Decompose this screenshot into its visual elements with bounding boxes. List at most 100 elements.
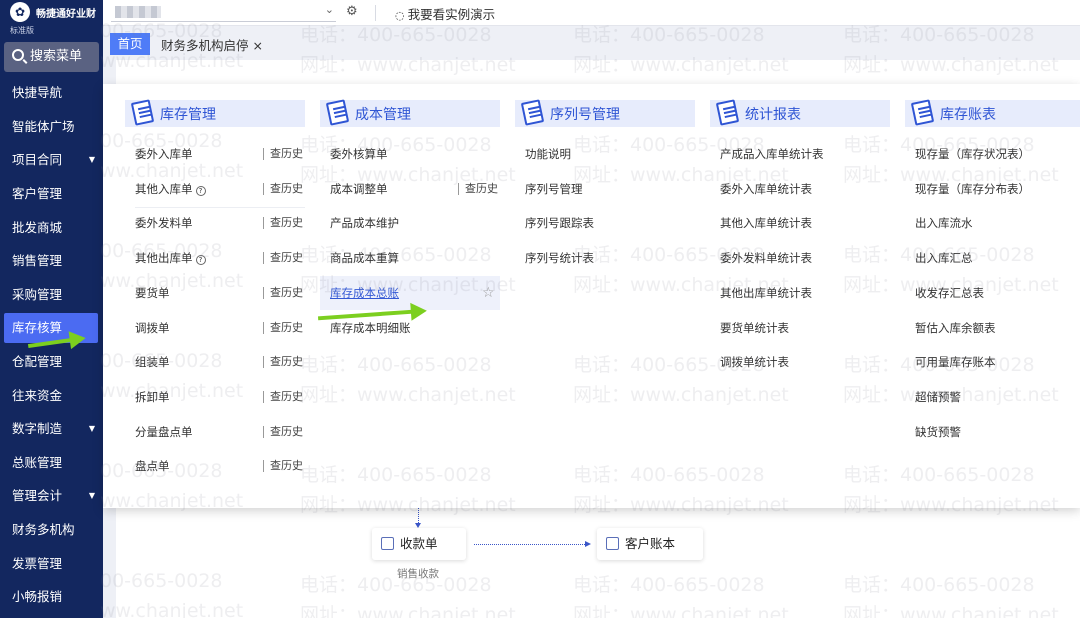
menu-item-label: 库存成本明细账 xyxy=(330,321,411,335)
history-link[interactable]: 查历史 xyxy=(263,322,303,334)
demo-link[interactable]: ◌ 我要看实例演示 xyxy=(395,4,495,23)
menu-item[interactable]: 产成品入库单统计表 xyxy=(720,144,824,164)
menu-item-label: 要货单统计表 xyxy=(720,321,789,335)
flow-card-customer-ledger[interactable]: 客户账本 xyxy=(597,528,703,560)
sidebar-item[interactable]: 小畅报销 xyxy=(0,582,103,612)
menu-item[interactable]: 要货单统计表 xyxy=(720,318,789,338)
tab-finance-multi-org[interactable]: 财务多机构启停 × xyxy=(161,35,263,54)
tab-home[interactable]: 首页 xyxy=(110,33,150,55)
history-link[interactable]: 查历史 xyxy=(263,217,303,229)
menu-item[interactable]: 功能说明 xyxy=(525,144,571,164)
menu-item[interactable]: 委外发料单统计表 xyxy=(720,248,812,268)
menu-item[interactable]: 库存成本总账 xyxy=(330,283,399,303)
document-icon xyxy=(324,96,350,124)
menu-item-label: 商品成本重算 xyxy=(330,251,399,265)
menu-item[interactable]: 商品成本重算 xyxy=(330,248,399,268)
search-menu-button[interactable]: 搜索菜单 xyxy=(4,42,99,72)
menu-item[interactable]: 超储预警 xyxy=(915,387,961,407)
menu-item[interactable]: 拆卸单 xyxy=(135,387,170,407)
logo-icon: ✿ xyxy=(10,2,30,22)
tab-bar: 首页 财务多机构启停 × xyxy=(103,26,1080,60)
sidebar-item[interactable]: 快捷导航 xyxy=(0,78,103,108)
menu-item[interactable]: 现存量（库存状况表） xyxy=(915,144,1030,164)
search-menu-label: 搜索菜单 xyxy=(30,49,83,64)
sidebar-item[interactable]: 数字制造 ▼ xyxy=(0,414,103,444)
menu-column-title: 统计报表 xyxy=(745,107,801,123)
menu-item-label: 现存量（库存分布表） xyxy=(915,182,1030,196)
sidebar-item[interactable]: 往来资金 xyxy=(0,381,103,411)
history-link[interactable]: 查历史 xyxy=(263,356,303,368)
sidebar-item[interactable]: 批发商城 xyxy=(0,213,103,243)
help-icon[interactable]: ? xyxy=(195,186,206,196)
menu-item[interactable]: 其他出库单? xyxy=(135,248,206,268)
sidebar-item[interactable]: 客户管理 xyxy=(0,179,103,209)
menu-item[interactable]: 其他出库单统计表 xyxy=(720,283,812,303)
menu-item[interactable]: 库存成本明细账 xyxy=(330,318,411,338)
organization-select[interactable]: ⌄ xyxy=(111,2,336,22)
menu-item[interactable]: 缺货预警 xyxy=(915,422,961,442)
sidebar-item[interactable]: 总账管理 xyxy=(0,448,103,478)
menu-item[interactable]: 调拨单统计表 xyxy=(720,352,789,372)
menu-item[interactable]: 其他入库单? xyxy=(135,179,206,199)
history-link[interactable]: 查历史 xyxy=(263,148,303,160)
menu-item[interactable]: 暂估入库余额表 xyxy=(915,318,996,338)
sidebar-item-label: 小畅报销 xyxy=(12,589,63,604)
star-icon[interactable]: ☆ xyxy=(482,283,495,303)
document-icon xyxy=(909,96,935,124)
sidebar-item-label: 批发商城 xyxy=(12,220,63,235)
document-icon xyxy=(714,96,740,124)
menu-item[interactable]: 盘点单 xyxy=(135,456,170,476)
menu-item[interactable]: 现存量（库存分布表） xyxy=(915,179,1030,199)
flow-connector xyxy=(415,505,421,528)
menu-item[interactable]: 分量盘点单 xyxy=(135,422,193,442)
history-link[interactable]: 查历史 xyxy=(263,460,303,472)
menu-item[interactable]: 成本调整单 xyxy=(330,179,388,199)
sidebar-item-label: 采购管理 xyxy=(12,287,63,302)
menu-item[interactable]: 序列号跟踪表 xyxy=(525,213,594,233)
menu-item[interactable]: 要货单 xyxy=(135,283,170,303)
menu-item[interactable]: 收发存汇总表 xyxy=(915,283,984,303)
sidebar-item[interactable]: 管理会计 ▼ xyxy=(0,481,103,511)
history-link[interactable]: 查历史 xyxy=(263,252,303,264)
menu-item[interactable]: 委外发料单 xyxy=(135,213,193,233)
sidebar-item[interactable]: 仓配管理 xyxy=(0,347,103,377)
history-link[interactable]: 查历史 xyxy=(263,426,303,438)
sidebar-item[interactable]: 财务多机构 xyxy=(0,515,103,545)
history-link[interactable]: 查历史 xyxy=(263,287,303,299)
sidebar-item[interactable]: 发票管理 xyxy=(0,549,103,579)
menu-item[interactable]: 委外核算单 xyxy=(330,144,388,164)
menu-item[interactable]: 调拨单 xyxy=(135,318,170,338)
menu-item[interactable]: 其他入库单统计表 xyxy=(720,213,812,233)
menu-item[interactable]: 可用量库存账本 xyxy=(915,352,996,372)
caret-down-icon: ▼ xyxy=(88,491,95,500)
history-link[interactable]: 查历史 xyxy=(263,391,303,403)
menu-item[interactable]: 序列号统计表 xyxy=(525,248,594,268)
sidebar-item-label: 项目合同 xyxy=(12,152,63,167)
menu-item-label: 暂估入库余额表 xyxy=(915,321,996,335)
menu-item[interactable]: 产品成本维护 xyxy=(330,213,399,233)
sidebar-item[interactable]: 采购管理 xyxy=(0,280,103,310)
history-link[interactable]: 查历史 xyxy=(263,183,303,195)
menu-item-label: 其他出库单统计表 xyxy=(720,286,812,300)
menu-item[interactable]: 序列号管理 xyxy=(525,179,583,199)
help-icon[interactable]: ? xyxy=(195,255,206,265)
gear-icon[interactable]: ⚙ xyxy=(346,4,358,19)
menu-item-label: 调拨单统计表 xyxy=(720,355,789,369)
history-link[interactable]: 查历史 xyxy=(458,183,498,195)
menu-item-label: 分量盘点单 xyxy=(135,425,193,439)
menu-item-label: 缺货预警 xyxy=(915,425,961,439)
menu-item-label: 序列号管理 xyxy=(525,182,583,196)
menu-item-label: 可用量库存账本 xyxy=(915,355,996,369)
menu-item[interactable]: 组装单 xyxy=(135,352,170,372)
caret-down-icon: ▼ xyxy=(88,155,95,164)
menu-item-label: 序列号跟踪表 xyxy=(525,216,594,230)
sidebar-item[interactable]: 项目合同 ▼ xyxy=(0,145,103,175)
divider xyxy=(375,5,376,21)
sidebar-item[interactable]: 销售管理 xyxy=(0,246,103,276)
menu-item[interactable]: 出入库流水 xyxy=(915,213,973,233)
flow-card-receipt[interactable]: 收款单 xyxy=(372,528,466,560)
menu-item[interactable]: 出入库汇总 xyxy=(915,248,973,268)
sidebar-item[interactable]: 智能体广场 xyxy=(0,112,103,142)
menu-item[interactable]: 委外入库单统计表 xyxy=(720,179,812,199)
menu-item[interactable]: 委外入库单 xyxy=(135,144,193,164)
